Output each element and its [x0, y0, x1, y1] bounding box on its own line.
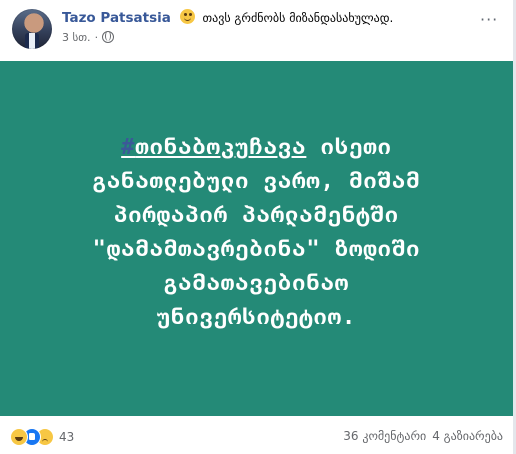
haha-icon [10, 428, 28, 446]
post-meta: 3 სთ. · [62, 31, 115, 47]
smiling-face-icon [180, 9, 196, 24]
shares-count-link[interactable]: 4 გაზიარება [432, 429, 503, 443]
hashtag-symbol: # [121, 135, 136, 160]
post-timestamp[interactable]: 3 სთ. [62, 31, 91, 44]
author-avatar[interactable] [12, 9, 52, 49]
post-header: Tazo Patsatsia თავს გრძნობს მიზანდასახულ… [0, 0, 513, 60]
image-text-line-1-rest: ისეთი [306, 135, 392, 160]
more-options-icon[interactable]: ··· [480, 12, 504, 28]
comments-count-link[interactable]: 36 კომენტარი [343, 429, 426, 443]
image-text-line-4: "დამამთავრებინა" ზოდიში [92, 237, 421, 262]
feeling-text: თავს გრძნობს მიზანდასახულად. [202, 11, 394, 25]
post-card: Tazo Patsatsia თავს გრძნობს მიზანდასახულ… [0, 0, 514, 454]
reaction-count: 43 [59, 430, 75, 444]
post-author-line: Tazo Patsatsia თავს გრძნობს მიზანდასახულ… [62, 9, 393, 29]
image-text-line-3: პირდაპირ პარლამენტში [114, 203, 399, 228]
post-image[interactable]: #თინაბოკუჩავა ისეთი განათლებული ვარო, მი… [0, 61, 513, 416]
globe-icon[interactable] [102, 31, 115, 43]
image-text-line-6: უნივერსიტეტიო. [156, 305, 357, 330]
meta-separator: · [94, 31, 99, 44]
hashtag-word: თინაბოკუჩავა [135, 135, 307, 160]
hashtag-link[interactable]: #თინაბოკუჩავა [121, 135, 306, 160]
image-text-line-1: #თინაბოკუჩავა ისეთი [20, 131, 493, 165]
post-image-text: #თინაბოკუჩავა ისეთი განათლებული ვარო, მი… [20, 131, 493, 335]
post-footer: 43 36 კომენტარი 4 გაზიარება [0, 416, 513, 454]
author-name[interactable]: Tazo Patsatsia [62, 10, 171, 26]
engagement-counts: 36 კომენტარი 4 გაზიარება [343, 429, 503, 443]
reactions-summary[interactable]: 43 [10, 428, 74, 446]
image-text-line-5: გამათავებინაო [163, 271, 350, 296]
image-text-line-2: განათლებული ვარო, მიშამ [92, 169, 421, 194]
avatar-shirt [29, 33, 35, 49]
